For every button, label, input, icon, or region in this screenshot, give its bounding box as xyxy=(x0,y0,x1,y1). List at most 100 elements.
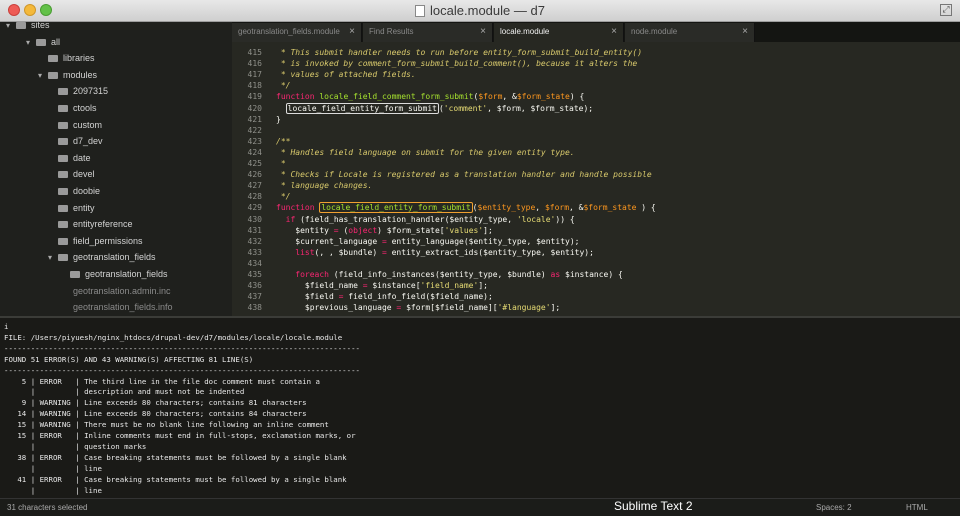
code-token: ) $form_state[ xyxy=(377,225,445,235)
line-number: 423 xyxy=(247,136,262,146)
code-line: 435 foreach (field_info_instances($entit… xyxy=(232,269,960,280)
line-number: 416 xyxy=(247,59,262,69)
close-tab-icon[interactable]: × xyxy=(611,23,617,41)
code-token: if xyxy=(285,214,296,224)
sidebar-item[interactable]: ▾ geotranslation_fields xyxy=(48,249,156,265)
folder-icon xyxy=(58,254,68,262)
code-line: 418 */ xyxy=(232,80,960,91)
code-token: (field_has_translation_handler($entity_t… xyxy=(295,214,517,224)
code-token: locale_field_entity_form_submit xyxy=(319,202,473,214)
close-tab-icon[interactable]: × xyxy=(480,23,486,41)
sidebar-item-label: libraries xyxy=(63,53,95,64)
sidebar: ▾ sites ▾ all libraries ▾ modules 2097315 ctools… xyxy=(0,22,232,316)
tab-4[interactable]: node.module × xyxy=(625,23,755,42)
line-number: 428 xyxy=(247,192,262,202)
chevron-down-icon[interactable]: ▾ xyxy=(48,250,58,266)
sidebar-item[interactable]: field_permissions xyxy=(48,233,143,249)
selection-status: 31 characters selected xyxy=(7,503,88,512)
code-token: function xyxy=(276,203,320,213)
folder-icon xyxy=(58,105,68,112)
sidebar-item-label: date xyxy=(73,152,91,163)
indentation-setting[interactable]: Spaces: 2 xyxy=(816,503,852,512)
code-line: 431 $entity = (object) $form_state['valu… xyxy=(232,225,960,236)
code-token: entity_language($entity_type, $entity); xyxy=(386,236,580,246)
tab-2[interactable]: Find Results × xyxy=(363,23,493,42)
code-token: $instance) { xyxy=(560,270,623,279)
chevron-down-icon[interactable]: ▾ xyxy=(6,22,16,34)
console-line: 14 | WARNING | Line exceeds 80 character… xyxy=(4,409,307,419)
code-token: ) { xyxy=(569,92,585,102)
syntax-setting[interactable]: HTML xyxy=(906,503,928,512)
sidebar-item[interactable]: geotranslation.admin.inc xyxy=(73,283,171,299)
sidebar-item[interactable]: libraries xyxy=(38,50,95,66)
folder-icon xyxy=(70,271,80,278)
sidebar-item-label: entity xyxy=(73,202,95,213)
sidebar-item-label: field_permissions xyxy=(73,235,143,246)
sidebar-item[interactable]: geotranslation_fields xyxy=(60,266,168,282)
code-line: 434 xyxy=(232,258,960,269)
folder-icon xyxy=(58,204,68,212)
window-title: locale.module — d7 xyxy=(0,3,960,18)
code-line: 423 /** xyxy=(232,136,960,147)
sidebar-item[interactable]: ▾ modules xyxy=(38,67,97,83)
line-number: 425 xyxy=(247,159,262,168)
code-token: $instance[ xyxy=(367,281,421,291)
console-line: | | line xyxy=(4,463,102,473)
tab-1[interactable]: geotranslation_fields.module × xyxy=(232,23,362,42)
line-number: 418 xyxy=(247,81,262,91)
fullscreen-icon[interactable]: ⤢ xyxy=(940,4,952,16)
sidebar-item[interactable]: ▾ sites xyxy=(6,22,50,33)
sidebar-item-label: modules xyxy=(63,69,98,80)
code-token: $entity_type xyxy=(477,203,536,213)
sidebar-item[interactable]: doobie xyxy=(48,183,100,199)
folder-icon xyxy=(48,71,58,79)
sidebar-item-label: custom xyxy=(73,119,103,130)
sidebar-item-label: 2097315 xyxy=(73,86,109,97)
code-line: 424 * Handles field language on submit f… xyxy=(232,147,960,158)
code-line: 422 xyxy=(232,125,960,136)
close-tab-icon[interactable]: × xyxy=(742,23,748,41)
console-line: 15 | WARNING | There must be no blank li… xyxy=(4,420,329,430)
code-editor[interactable]: 415 * This submit handler needs to run b… xyxy=(232,42,960,316)
line-number: 432 xyxy=(247,236,262,246)
console-line: 5 | ERROR | The third line in the file d… xyxy=(4,376,320,386)
console-line: | | question marks xyxy=(4,441,147,451)
chevron-down-icon[interactable]: ▾ xyxy=(26,35,36,51)
code-token: foreach xyxy=(295,270,329,279)
sidebar-item-label: geotranslation.admin.inc xyxy=(73,285,171,296)
sidebar-item[interactable]: devel xyxy=(48,166,95,182)
chevron-down-icon[interactable]: ▾ xyxy=(38,68,48,84)
sidebar-item[interactable]: custom xyxy=(48,117,102,133)
line-number: 435 xyxy=(247,270,262,279)
code-token: $field xyxy=(276,292,339,302)
folder-icon xyxy=(58,188,68,195)
folder-icon xyxy=(48,55,58,63)
sidebar-item[interactable]: ctools xyxy=(48,100,97,116)
code-line: 417 * values of attached fields. xyxy=(232,69,960,80)
output-console[interactable]: i FILE: /Users/piyuesh/nginx_htdocs/drupa… xyxy=(0,316,960,498)
code-token: entity_extract_ids($entity_type, $entity… xyxy=(386,247,594,257)
line-number: 431 xyxy=(247,225,262,235)
sidebar-item[interactable]: geotranslation_fields.info xyxy=(73,299,173,315)
sidebar-item[interactable]: date xyxy=(48,150,91,166)
sidebar-item[interactable]: 2097315 xyxy=(48,83,108,99)
code-token: $form xyxy=(544,203,570,213)
line-number: 429 xyxy=(247,203,262,213)
close-tab-icon[interactable]: × xyxy=(349,23,355,41)
code-token: (field_info_instances($entity_type, $bun… xyxy=(328,270,551,279)
line-number: 434 xyxy=(247,258,262,268)
sidebar-item[interactable]: entity xyxy=(48,200,95,216)
sidebar-item[interactable]: d7_dev xyxy=(48,133,103,149)
code-token: (, , $bundle) xyxy=(314,247,382,257)
code-line: 419 function locale_field_comment_form_su… xyxy=(232,91,960,102)
sidebar-item-label: doobie xyxy=(73,186,101,196)
sidebar-item-label: entityreference xyxy=(73,219,133,230)
sidebar-item[interactable]: ▾ all xyxy=(26,34,60,50)
code-token: ) { xyxy=(636,203,656,213)
sidebar-item[interactable]: entityreference xyxy=(48,216,133,232)
sidebar-item-label: geotranslation_fields.info xyxy=(73,302,173,313)
code-token: 'field_name' xyxy=(420,281,479,291)
tab-3[interactable]: locale.module × xyxy=(494,23,624,42)
code-line: 425 * xyxy=(232,158,960,169)
